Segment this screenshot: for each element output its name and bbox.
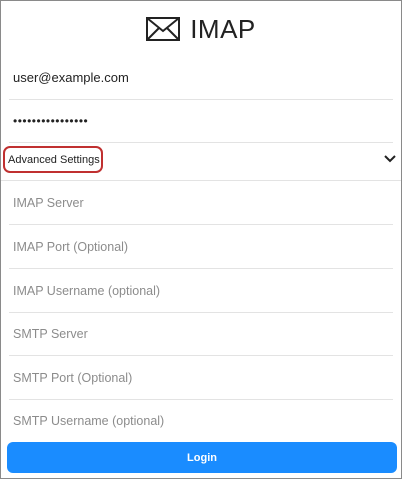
- smtp-port-field[interactable]: SMTP Port (Optional): [9, 356, 393, 400]
- imap-username-field[interactable]: IMAP Username (optional): [9, 269, 393, 313]
- login-button-label: Login: [187, 451, 217, 464]
- imap-server-field[interactable]: IMAP Server: [9, 181, 393, 225]
- advanced-settings-highlight: Advanced Settings: [3, 146, 103, 173]
- smtp-server-field[interactable]: SMTP Server: [9, 312, 393, 356]
- password-field-value: ••••••••••••••••: [13, 113, 89, 128]
- imap-username-placeholder: IMAP Username (optional): [13, 283, 161, 298]
- login-button[interactable]: Login: [7, 442, 397, 473]
- imap-server-placeholder: IMAP Server: [13, 195, 84, 210]
- smtp-port-placeholder: SMTP Port (Optional): [13, 370, 133, 385]
- header: IMAP: [1, 9, 401, 49]
- password-field[interactable]: ••••••••••••••••: [9, 99, 393, 143]
- email-field-value: user@example.com: [13, 70, 129, 85]
- imap-port-placeholder: IMAP Port (Optional): [13, 239, 129, 254]
- imap-login-panel: IMAP user@example.com •••••••••••••••• A…: [0, 0, 402, 479]
- advanced-settings-toggle[interactable]: Advanced Settings: [1, 138, 401, 181]
- envelope-icon: [146, 17, 181, 41]
- email-field[interactable]: user@example.com: [9, 56, 393, 100]
- smtp-username-field[interactable]: SMTP Username (optional): [9, 399, 393, 443]
- page-title: IMAP: [190, 13, 256, 44]
- smtp-server-placeholder: SMTP Server: [13, 326, 88, 341]
- chevron-down-icon[interactable]: [383, 153, 397, 165]
- smtp-username-placeholder: SMTP Username (optional): [13, 414, 165, 428]
- imap-port-field[interactable]: IMAP Port (Optional): [9, 225, 393, 269]
- advanced-settings-label: Advanced Settings: [8, 153, 100, 166]
